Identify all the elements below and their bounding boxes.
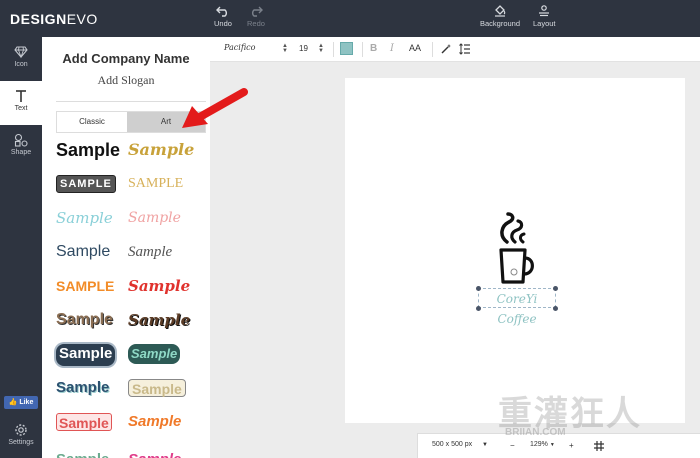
undo-button[interactable]: Undo: [214, 5, 232, 28]
redo-label: Redo: [247, 19, 265, 28]
settings-button[interactable]: Settings: [0, 423, 42, 446]
bold-button[interactable]: B: [370, 43, 377, 54]
coffee-cup-icon[interactable]: [497, 212, 537, 286]
sample-row: Sample Sample: [56, 407, 206, 441]
rail-item-icon[interactable]: Icon: [0, 37, 42, 81]
line-spacing-icon[interactable]: [459, 43, 471, 55]
sample-row: SAMPLE SAMPLE: [56, 169, 206, 203]
sample-row: Sample Sample: [56, 441, 206, 458]
selection-handle[interactable]: [476, 306, 481, 311]
settings-label: Settings: [8, 439, 34, 446]
sample-row: Sample Sample: [56, 203, 206, 237]
undo-label: Undo: [214, 19, 232, 28]
top-bar: DESIGNEVO Undo Redo Background Layout: [0, 0, 700, 37]
text-style-sample[interactable]: Sample: [56, 373, 109, 403]
rail-label-shape: Shape: [10, 149, 32, 156]
redo-button[interactable]: Redo: [247, 5, 265, 28]
font-size-select[interactable]: 19: [299, 44, 308, 53]
add-company-name-button[interactable]: Add Company Name: [42, 51, 210, 66]
redo-icon: [251, 6, 263, 17]
text-style-sample[interactable]: Sample: [128, 407, 181, 437]
thumbs-up-icon: 👍: [8, 399, 18, 406]
text-style-sample[interactable]: Sample: [56, 237, 110, 267]
watermark-url: BRIIAN.COM: [505, 427, 566, 438]
selection-handle[interactable]: [553, 306, 558, 311]
font-family-stepper-icon[interactable]: ▲ ▼: [282, 43, 288, 54]
shapes-icon: [14, 133, 28, 147]
italic-button[interactable]: I: [390, 43, 394, 54]
toolbar-divider: [333, 42, 334, 57]
left-rail: Icon Text Shape 👍 Like Settings: [0, 37, 42, 458]
caret-down-icon: ▼: [549, 442, 555, 448]
font-family-select[interactable]: Pacifico: [224, 43, 255, 52]
text-style-sample[interactable]: Sample: [128, 271, 190, 301]
text-style-sample[interactable]: Sample: [128, 379, 186, 397]
caret-down-icon: ▼: [482, 442, 488, 448]
annotation-arrow: [182, 88, 248, 128]
background-label: Background: [480, 19, 521, 28]
rail-label-icon: Icon: [14, 61, 28, 68]
sample-row: Sample Sample: [56, 135, 206, 169]
text-case-button[interactable]: AA: [409, 43, 421, 53]
text-style-sample[interactable]: Sample: [128, 344, 181, 364]
text-t-icon: [16, 90, 26, 102]
text-color-swatch[interactable]: [340, 42, 353, 55]
zoom-level-select[interactable]: 129% ▼: [530, 441, 555, 448]
text-style-sample[interactable]: Sample: [128, 237, 172, 267]
text-style-sample[interactable]: Sample: [56, 445, 109, 458]
text-style-sample[interactable]: SAMPLE: [128, 169, 183, 199]
tab-classic[interactable]: Classic: [57, 112, 127, 132]
layout-icon: [539, 5, 550, 17]
paint-bucket-icon: [495, 5, 506, 17]
text-style-sample[interactable]: Sample: [56, 135, 120, 165]
undo-icon: [215, 6, 227, 17]
text-toolbar: Pacifico ▲ ▼ 19 ▲ ▼ B I AA: [210, 37, 700, 62]
text-style-sample[interactable]: Sample: [128, 445, 181, 458]
toolbar-divider: [362, 42, 363, 57]
app-logo[interactable]: DESIGNEVO: [10, 11, 98, 27]
font-size-stepper-icon[interactable]: ▲ ▼: [318, 43, 324, 54]
gear-icon: [15, 424, 27, 436]
facebook-like-button[interactable]: 👍 Like: [4, 396, 38, 409]
selection-handle[interactable]: [553, 286, 558, 291]
grid-icon[interactable]: [594, 441, 604, 451]
text-style-sample[interactable]: Sample: [56, 413, 112, 431]
sample-row: Sample Sample: [56, 305, 206, 339]
toolbar-divider: [432, 42, 433, 57]
logo-accent-text: EVO: [66, 11, 98, 27]
sample-row: Sample Sample: [56, 339, 206, 373]
sample-row: Sample Sample: [56, 373, 206, 407]
text-style-sample[interactable]: Sample: [56, 344, 116, 366]
canvas-size-select[interactable]: 500 x 500 px ▼: [432, 441, 488, 448]
diamond-icon: [14, 46, 28, 59]
zoom-in-button[interactable]: +: [569, 441, 574, 450]
text-style-sample[interactable]: Sample: [56, 305, 113, 335]
sample-row: Sample Sample: [56, 237, 206, 271]
rail-label-text: Text: [14, 105, 28, 112]
selection-handle[interactable]: [476, 286, 481, 291]
company-name-text[interactable]: CoreYi Coffee: [478, 288, 556, 326]
background-button[interactable]: Background: [480, 5, 520, 28]
magic-wand-icon[interactable]: [440, 43, 452, 55]
layout-button[interactable]: Layout: [533, 5, 556, 28]
text-style-sample[interactable]: Sample: [56, 203, 113, 233]
zoom-out-button[interactable]: −: [510, 441, 515, 450]
text-style-sample[interactable]: Sample: [128, 203, 181, 233]
like-label: Like: [19, 399, 34, 406]
text-style-sample[interactable]: SAMPLE: [56, 271, 114, 301]
text-style-sample[interactable]: Sample: [128, 135, 194, 165]
text-style-sample[interactable]: SAMPLE: [56, 175, 116, 193]
rail-item-text[interactable]: Text: [0, 81, 42, 125]
layout-label: Layout: [533, 19, 556, 28]
rail-item-shape[interactable]: Shape: [0, 125, 42, 169]
text-style-sample[interactable]: Sample: [128, 305, 190, 335]
sample-row: SAMPLE Sample: [56, 271, 206, 305]
logo-main-text: DESIGN: [10, 11, 67, 27]
canvas-size-label: 500 x 500 px: [432, 441, 473, 448]
zoom-level-label: 129%: [530, 441, 548, 448]
